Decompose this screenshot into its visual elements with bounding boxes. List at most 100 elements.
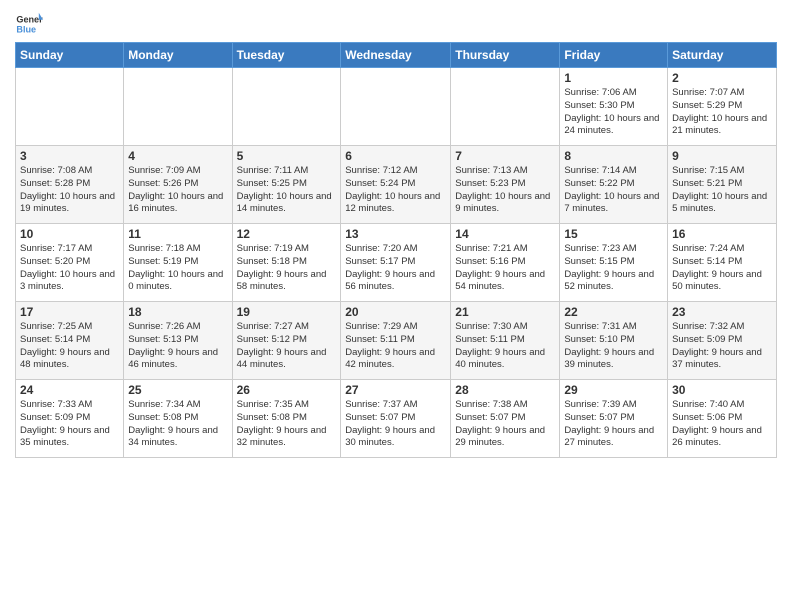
day-info: Sunrise: 7:23 AMSunset: 5:15 PMDaylight:… — [564, 243, 663, 294]
calendar-cell — [232, 68, 341, 146]
day-info: Sunrise: 7:31 AMSunset: 5:10 PMDaylight:… — [564, 321, 663, 372]
calendar-cell: 17 Sunrise: 7:25 AMSunset: 5:14 PMDayligh… — [16, 302, 124, 380]
day-info: Sunrise: 7:27 AMSunset: 5:12 PMDaylight:… — [237, 321, 337, 372]
calendar-cell: 12 Sunrise: 7:19 AMSunset: 5:18 PMDayligh… — [232, 224, 341, 302]
day-number: 16 — [672, 227, 772, 241]
calendar-cell: 21 Sunrise: 7:30 AMSunset: 5:11 PMDayligh… — [451, 302, 560, 380]
calendar-cell: 25 Sunrise: 7:34 AMSunset: 5:08 PMDayligh… — [124, 380, 232, 458]
day-number: 14 — [455, 227, 555, 241]
calendar-cell — [124, 68, 232, 146]
day-info: Sunrise: 7:08 AMSunset: 5:28 PMDaylight:… — [20, 165, 119, 216]
header-row: General Blue — [15, 10, 777, 38]
day-info: Sunrise: 7:07 AMSunset: 5:29 PMDaylight:… — [672, 87, 772, 138]
weekday-header: Wednesday — [341, 43, 451, 68]
day-info: Sunrise: 7:13 AMSunset: 5:23 PMDaylight:… — [455, 165, 555, 216]
day-number: 12 — [237, 227, 337, 241]
day-info: Sunrise: 7:29 AMSunset: 5:11 PMDaylight:… — [345, 321, 446, 372]
day-info: Sunrise: 7:33 AMSunset: 5:09 PMDaylight:… — [20, 399, 119, 450]
day-number: 2 — [672, 71, 772, 85]
day-info: Sunrise: 7:11 AMSunset: 5:25 PMDaylight:… — [237, 165, 337, 216]
weekday-header: Friday — [560, 43, 668, 68]
day-info: Sunrise: 7:38 AMSunset: 5:07 PMDaylight:… — [455, 399, 555, 450]
day-number: 29 — [564, 383, 663, 397]
calendar-cell — [16, 68, 124, 146]
day-number: 23 — [672, 305, 772, 319]
day-info: Sunrise: 7:17 AMSunset: 5:20 PMDaylight:… — [20, 243, 119, 294]
weekday-header: Sunday — [16, 43, 124, 68]
day-info: Sunrise: 7:09 AMSunset: 5:26 PMDaylight:… — [128, 165, 227, 216]
calendar-cell: 9 Sunrise: 7:15 AMSunset: 5:21 PMDaylight… — [668, 146, 777, 224]
day-number: 1 — [564, 71, 663, 85]
day-number: 25 — [128, 383, 227, 397]
calendar-cell: 28 Sunrise: 7:38 AMSunset: 5:07 PMDayligh… — [451, 380, 560, 458]
day-info: Sunrise: 7:06 AMSunset: 5:30 PMDaylight:… — [564, 87, 663, 138]
calendar-cell: 3 Sunrise: 7:08 AMSunset: 5:28 PMDaylight… — [16, 146, 124, 224]
day-info: Sunrise: 7:35 AMSunset: 5:08 PMDaylight:… — [237, 399, 337, 450]
day-number: 20 — [345, 305, 446, 319]
calendar-cell: 23 Sunrise: 7:32 AMSunset: 5:09 PMDayligh… — [668, 302, 777, 380]
day-info: Sunrise: 7:12 AMSunset: 5:24 PMDaylight:… — [345, 165, 446, 216]
calendar-table: SundayMondayTuesdayWednesdayThursdayFrid… — [15, 42, 777, 458]
day-number: 6 — [345, 149, 446, 163]
day-number: 3 — [20, 149, 119, 163]
day-info: Sunrise: 7:30 AMSunset: 5:11 PMDaylight:… — [455, 321, 555, 372]
calendar-week-row: 3 Sunrise: 7:08 AMSunset: 5:28 PMDaylight… — [16, 146, 777, 224]
day-number: 4 — [128, 149, 227, 163]
day-number: 10 — [20, 227, 119, 241]
day-number: 27 — [345, 383, 446, 397]
calendar-cell: 5 Sunrise: 7:11 AMSunset: 5:25 PMDaylight… — [232, 146, 341, 224]
main-container: General Blue SundayMondayTuesdayWednesda… — [0, 0, 792, 463]
calendar-week-row: 1 Sunrise: 7:06 AMSunset: 5:30 PMDaylight… — [16, 68, 777, 146]
calendar-cell: 10 Sunrise: 7:17 AMSunset: 5:20 PMDayligh… — [16, 224, 124, 302]
calendar-cell: 27Sunrise: 7:37 AMSunset: 5:07 PMDayligh… — [341, 380, 451, 458]
day-number: 8 — [564, 149, 663, 163]
calendar-week-row: 10 Sunrise: 7:17 AMSunset: 5:20 PMDayligh… — [16, 224, 777, 302]
day-info: Sunrise: 7:20 AMSunset: 5:17 PMDaylight:… — [345, 243, 446, 294]
day-info: Sunrise: 7:34 AMSunset: 5:08 PMDaylight:… — [128, 399, 227, 450]
day-number: 26 — [237, 383, 337, 397]
day-number: 5 — [237, 149, 337, 163]
day-info: Sunrise: 7:14 AMSunset: 5:22 PMDaylight:… — [564, 165, 663, 216]
calendar-cell: 26 Sunrise: 7:35 AMSunset: 5:08 PMDayligh… — [232, 380, 341, 458]
calendar-cell — [451, 68, 560, 146]
calendar-cell: 14 Sunrise: 7:21 AMSunset: 5:16 PMDayligh… — [451, 224, 560, 302]
svg-text:Blue: Blue — [16, 24, 36, 34]
day-number: 15 — [564, 227, 663, 241]
calendar-cell: 2 Sunrise: 7:07 AMSunset: 5:29 PMDaylight… — [668, 68, 777, 146]
calendar-cell — [341, 68, 451, 146]
logo: General Blue — [15, 10, 45, 38]
calendar-cell: 8 Sunrise: 7:14 AMSunset: 5:22 PMDaylight… — [560, 146, 668, 224]
day-info: Sunrise: 7:18 AMSunset: 5:19 PMDaylight:… — [128, 243, 227, 294]
day-number: 24 — [20, 383, 119, 397]
calendar-cell: 30Sunrise: 7:40 AMSunset: 5:06 PMDayligh… — [668, 380, 777, 458]
day-info: Sunrise: 7:21 AMSunset: 5:16 PMDaylight:… — [455, 243, 555, 294]
day-info: Sunrise: 7:15 AMSunset: 5:21 PMDaylight:… — [672, 165, 772, 216]
calendar-header-row: SundayMondayTuesdayWednesdayThursdayFrid… — [16, 43, 777, 68]
weekday-header: Thursday — [451, 43, 560, 68]
day-info: Sunrise: 7:19 AMSunset: 5:18 PMDaylight:… — [237, 243, 337, 294]
calendar-cell: 20 Sunrise: 7:29 AMSunset: 5:11 PMDayligh… — [341, 302, 451, 380]
calendar-cell: 24 Sunrise: 7:33 AMSunset: 5:09 PMDayligh… — [16, 380, 124, 458]
day-info: Sunrise: 7:39 AMSunset: 5:07 PMDaylight:… — [564, 399, 663, 450]
day-number: 18 — [128, 305, 227, 319]
calendar-cell: 13Sunrise: 7:20 AMSunset: 5:17 PMDayligh… — [341, 224, 451, 302]
weekday-header: Monday — [124, 43, 232, 68]
calendar-cell: 6 Sunrise: 7:12 AMSunset: 5:24 PMDaylight… — [341, 146, 451, 224]
weekday-header: Tuesday — [232, 43, 341, 68]
calendar-week-row: 24 Sunrise: 7:33 AMSunset: 5:09 PMDayligh… — [16, 380, 777, 458]
weekday-header: Saturday — [668, 43, 777, 68]
calendar-cell: 15 Sunrise: 7:23 AMSunset: 5:15 PMDayligh… — [560, 224, 668, 302]
day-info: Sunrise: 7:32 AMSunset: 5:09 PMDaylight:… — [672, 321, 772, 372]
calendar-cell: 11Sunrise: 7:18 AMSunset: 5:19 PMDayligh… — [124, 224, 232, 302]
day-number: 22 — [564, 305, 663, 319]
day-number: 28 — [455, 383, 555, 397]
calendar-cell: 16Sunrise: 7:24 AMSunset: 5:14 PMDayligh… — [668, 224, 777, 302]
day-info: Sunrise: 7:26 AMSunset: 5:13 PMDaylight:… — [128, 321, 227, 372]
calendar-cell: 29 Sunrise: 7:39 AMSunset: 5:07 PMDayligh… — [560, 380, 668, 458]
day-number: 21 — [455, 305, 555, 319]
day-info: Sunrise: 7:25 AMSunset: 5:14 PMDaylight:… — [20, 321, 119, 372]
calendar-cell: 18 Sunrise: 7:26 AMSunset: 5:13 PMDayligh… — [124, 302, 232, 380]
calendar-cell: 4 Sunrise: 7:09 AMSunset: 5:26 PMDaylight… — [124, 146, 232, 224]
day-number: 9 — [672, 149, 772, 163]
day-number: 17 — [20, 305, 119, 319]
